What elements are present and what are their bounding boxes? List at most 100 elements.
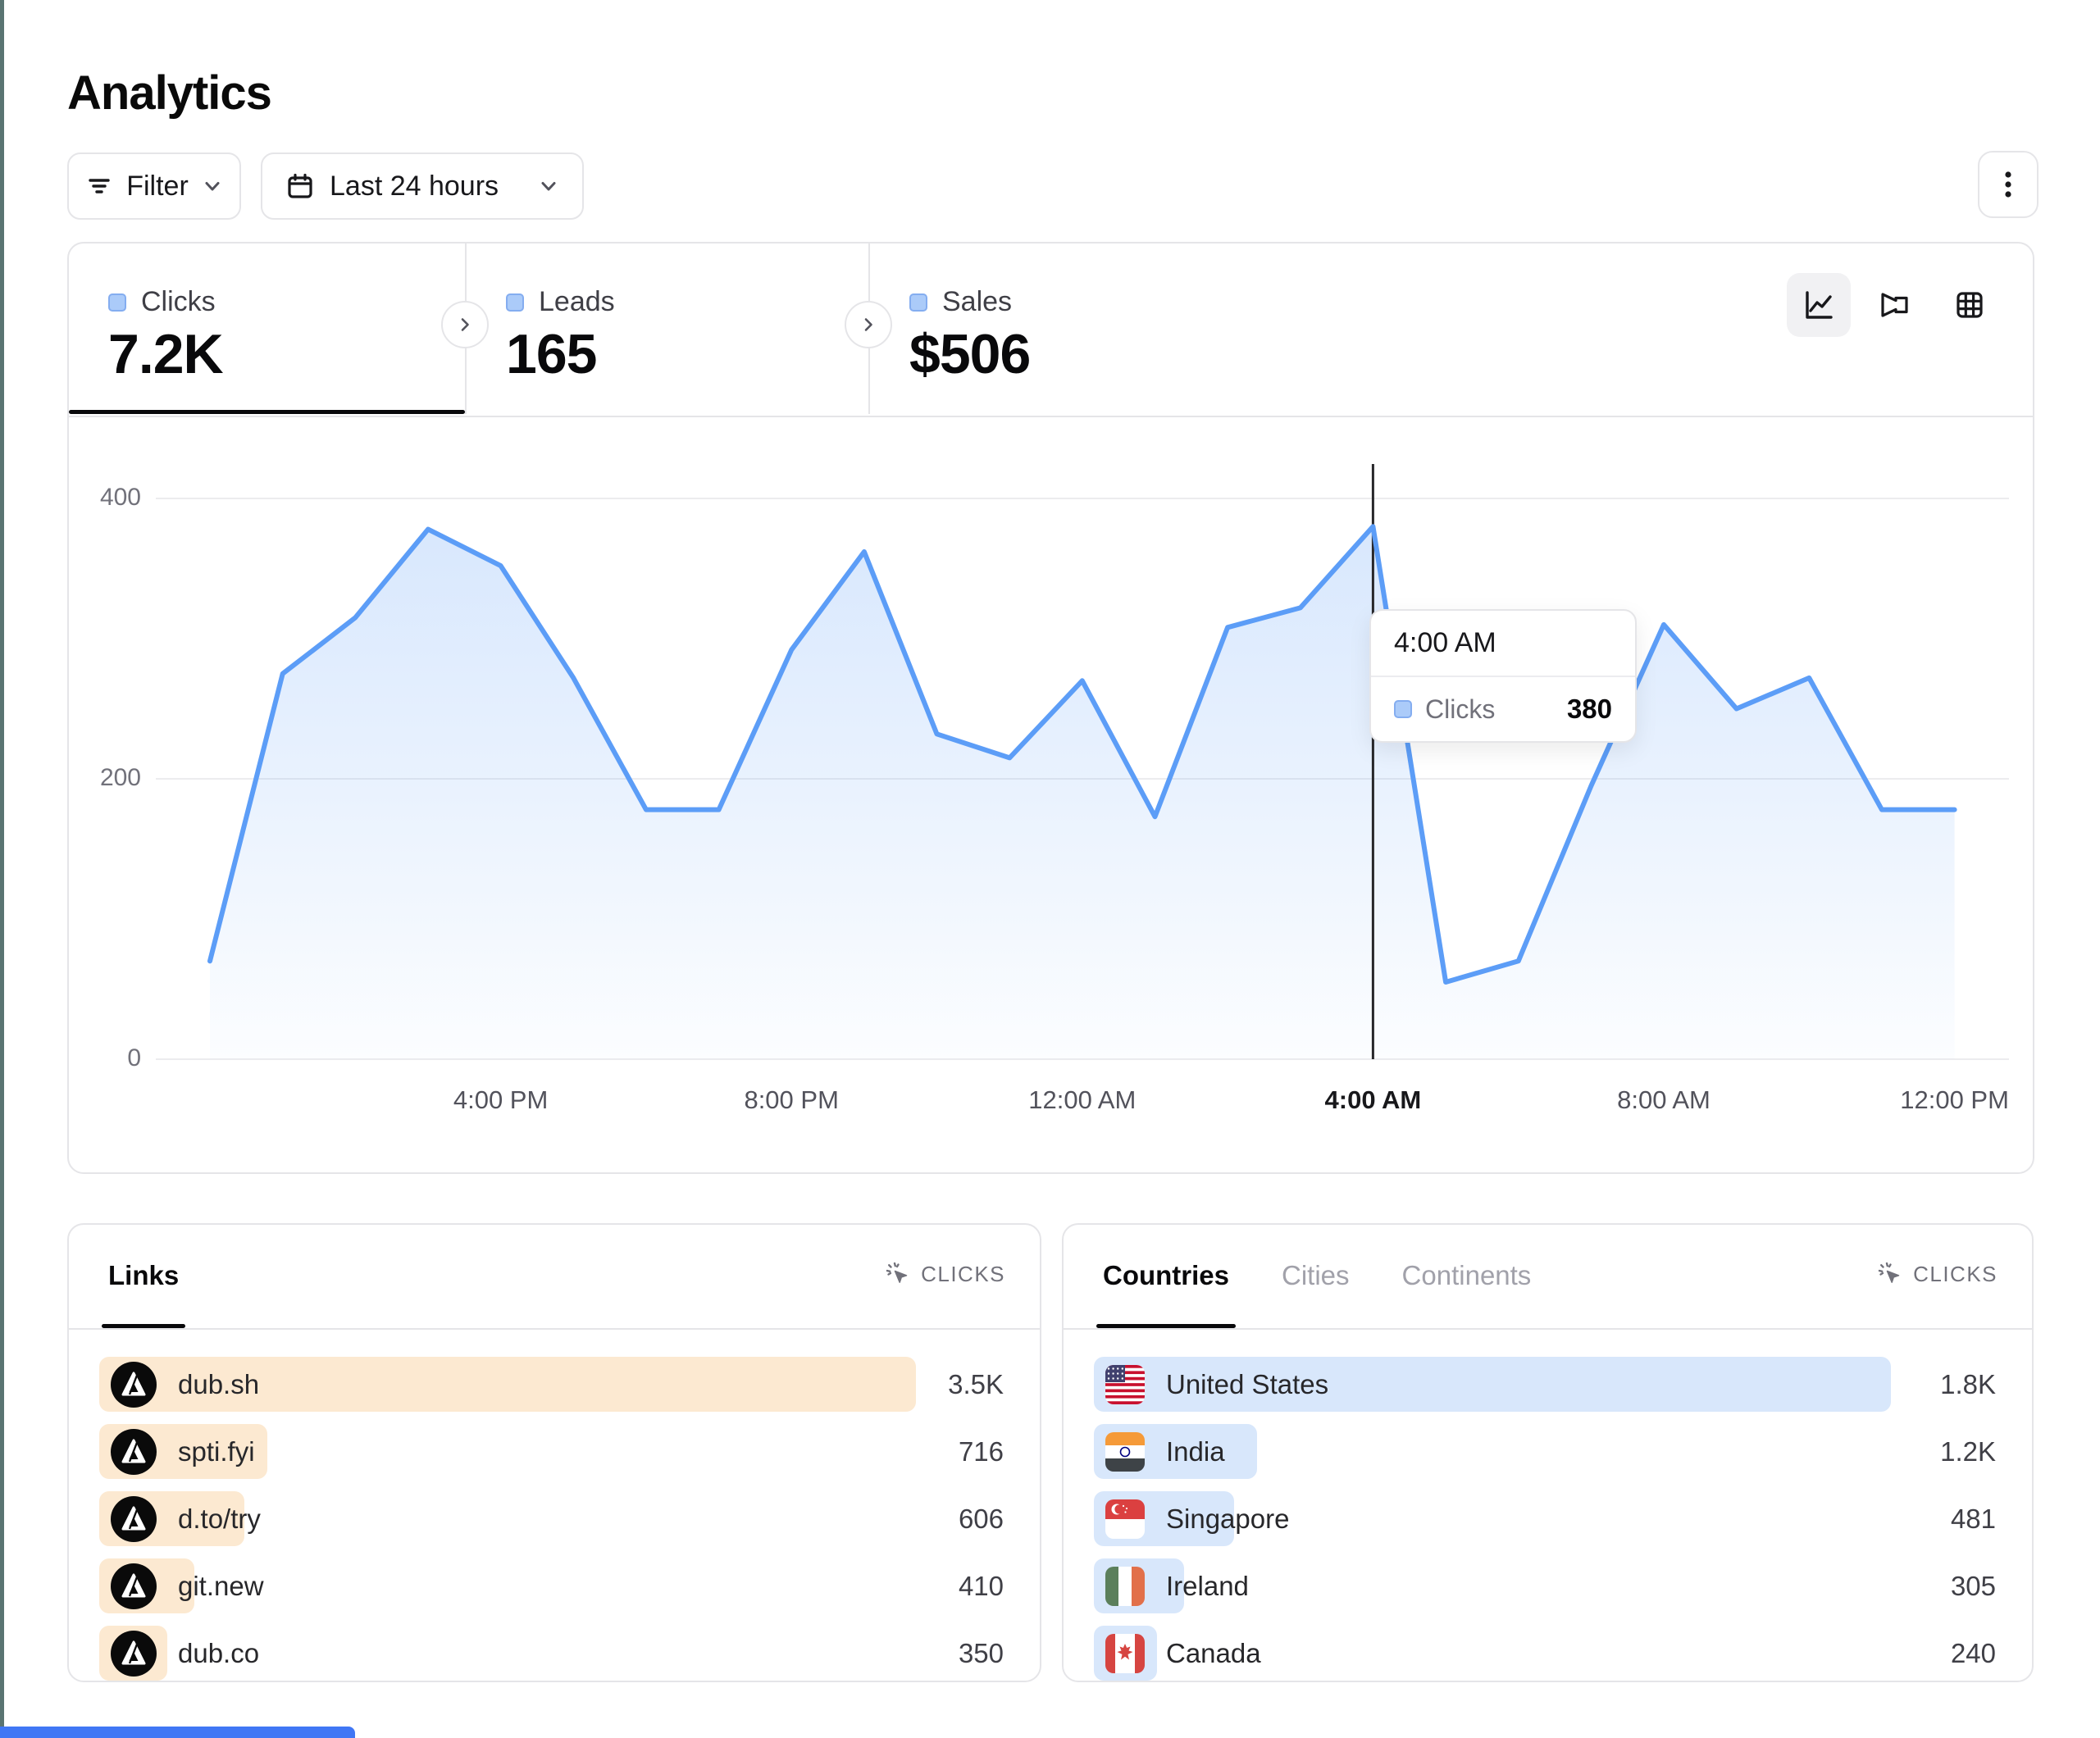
analytics-card: Clicks 7.2K Leads 165 Sales $506 xyxy=(67,242,2034,1174)
tab-countries[interactable]: Countries xyxy=(1103,1225,1229,1326)
links-metric-selector[interactable]: CLICKS xyxy=(885,1261,1005,1287)
row-value: 3.5K xyxy=(948,1357,1004,1412)
table-row[interactable]: dub.sh 3.5K xyxy=(99,1357,1007,1412)
row-value: 1.8K xyxy=(1940,1357,1996,1412)
dub-logo-icon xyxy=(111,1362,157,1408)
row-label: India xyxy=(1105,1424,1225,1479)
x-tick-label: 12:00 PM xyxy=(1889,1085,2020,1115)
table-row[interactable]: Ireland305 xyxy=(1094,1558,1999,1613)
row-label: d.to/try xyxy=(111,1491,261,1546)
table-row[interactable]: India 1.2K xyxy=(1094,1424,1999,1479)
table-row[interactable]: git.new410 xyxy=(99,1558,1007,1613)
expand-leads-button[interactable] xyxy=(845,301,892,348)
flag-ie-icon xyxy=(1105,1567,1145,1606)
tooltip-series-label: Clicks xyxy=(1425,694,1495,725)
metric-value: 165 xyxy=(506,322,596,386)
metric-label: Clicks xyxy=(141,286,216,318)
filter-label: Filter xyxy=(126,171,189,202)
row-value: 481 xyxy=(1951,1491,1996,1546)
metric-value: $506 xyxy=(909,322,1030,386)
y-tick-label: 200 xyxy=(84,764,141,792)
table-row[interactable]: d.to/try606 xyxy=(99,1491,1007,1546)
tab-clicks[interactable]: Clicks 7.2K xyxy=(69,243,463,414)
dub-logo-icon xyxy=(111,1631,157,1677)
x-tick-label: 8:00 PM xyxy=(726,1085,857,1115)
tab-links[interactable]: Links xyxy=(108,1225,179,1326)
line-chart-view-button[interactable] xyxy=(1787,273,1851,337)
analytics-page: Analytics Filter Last 24 hours xyxy=(0,0,2100,1738)
row-value: 240 xyxy=(1951,1626,1996,1681)
links-panel: Links CLICKS dub.sh 3.5K spti.fyi716 d.to/t… xyxy=(67,1223,1041,1682)
links-rows: dub.sh 3.5K spti.fyi716 d.to/try606 git.new4… xyxy=(69,1330,1040,1681)
tab-cities[interactable]: Cities xyxy=(1282,1225,1350,1326)
table-grid-icon xyxy=(1951,286,1988,324)
x-tick-label: 8:00 AM xyxy=(1598,1085,1729,1115)
flag-us-icon xyxy=(1105,1365,1145,1404)
area-chart-canvas xyxy=(156,457,2009,1064)
y-tick-label: 400 xyxy=(84,484,141,512)
y-tick-label: 0 xyxy=(84,1044,141,1072)
row-value: 305 xyxy=(1951,1558,1996,1613)
bottom-edge-bar xyxy=(0,1727,355,1738)
links-metric-header: CLICKS xyxy=(921,1262,1005,1287)
metric-value: 7.2K xyxy=(108,322,223,386)
row-label: dub.sh xyxy=(111,1357,259,1412)
tab-leads[interactable]: Leads 165 xyxy=(467,243,867,414)
leads-legend-swatch xyxy=(506,293,524,312)
more-options-button[interactable] xyxy=(1978,151,2039,218)
filter-button[interactable]: Filter xyxy=(67,152,241,220)
row-value: 1.2K xyxy=(1940,1424,1996,1479)
expand-clicks-button[interactable] xyxy=(441,301,489,348)
countries-metric-selector[interactable]: CLICKS xyxy=(1877,1261,1998,1287)
flag-in-icon xyxy=(1105,1432,1145,1472)
metric-tabs-row: Clicks 7.2K Leads 165 Sales $506 xyxy=(69,243,2033,417)
tab-sales[interactable]: Sales $506 xyxy=(870,243,1296,414)
links-panel-header: Links CLICKS xyxy=(69,1225,1040,1330)
x-tick-label: 4:00 AM xyxy=(1307,1085,1438,1115)
calendar-icon xyxy=(285,171,315,201)
row-label: git.new xyxy=(111,1558,264,1613)
cursor-click-icon xyxy=(1877,1261,1903,1287)
area-fill xyxy=(210,526,1955,1059)
funnel-icon xyxy=(1875,286,1913,324)
date-range-button[interactable]: Last 24 hours xyxy=(261,152,584,220)
chevron-down-icon xyxy=(538,175,559,197)
page-title: Analytics xyxy=(67,66,271,121)
countries-rows: United States1.8K India 1.2K Singapore481 Ir… xyxy=(1064,1330,2032,1681)
tooltip-legend-swatch xyxy=(1394,700,1412,718)
dub-logo-icon xyxy=(111,1429,157,1475)
table-view-button[interactable] xyxy=(1938,273,2002,337)
row-value: 716 xyxy=(959,1424,1004,1479)
table-row[interactable]: United States1.8K xyxy=(1094,1357,1999,1412)
dub-logo-icon xyxy=(111,1496,157,1542)
metric-label: Leads xyxy=(539,286,615,318)
countries-panel-header: Countries Cities Continents CLICKS xyxy=(1064,1225,2032,1330)
active-tab-underline xyxy=(69,410,465,414)
tab-continents[interactable]: Continents xyxy=(1402,1225,1532,1326)
table-row[interactable]: Canada 240 xyxy=(1094,1626,1999,1681)
tooltip-time: 4:00 AM xyxy=(1371,611,1635,677)
filter-icon xyxy=(85,172,113,200)
table-row[interactable]: spti.fyi716 xyxy=(99,1424,1007,1479)
chevron-down-icon xyxy=(202,175,223,197)
line-chart-icon xyxy=(1800,286,1838,324)
row-label: dub.co xyxy=(111,1626,259,1681)
chevron-right-icon xyxy=(859,316,877,334)
funnel-view-button[interactable] xyxy=(1862,273,1926,337)
countries-panel: Countries Cities Continents CLICKS Unite… xyxy=(1062,1223,2034,1682)
table-row[interactable]: Singapore481 xyxy=(1094,1491,1999,1546)
date-range-label: Last 24 hours xyxy=(330,171,499,202)
sales-legend-swatch xyxy=(909,293,927,312)
cursor-click-icon xyxy=(885,1261,911,1287)
clicks-chart[interactable]: 4:00 PM8:00 PM12:00 AM4:00 AM8:00 AM12:0… xyxy=(156,457,2009,1130)
metric-label: Sales xyxy=(942,286,1012,318)
clicks-legend-swatch xyxy=(108,293,126,312)
chart-view-switcher xyxy=(1787,273,2002,337)
chevron-right-icon xyxy=(456,316,474,334)
x-tick-label: 4:00 PM xyxy=(435,1085,567,1115)
row-value: 350 xyxy=(959,1626,1004,1681)
row-label: Canada xyxy=(1105,1626,1261,1681)
dub-logo-icon xyxy=(111,1563,157,1609)
window-edge-strip xyxy=(0,0,4,1738)
table-row[interactable]: dub.co 350 xyxy=(99,1626,1007,1681)
